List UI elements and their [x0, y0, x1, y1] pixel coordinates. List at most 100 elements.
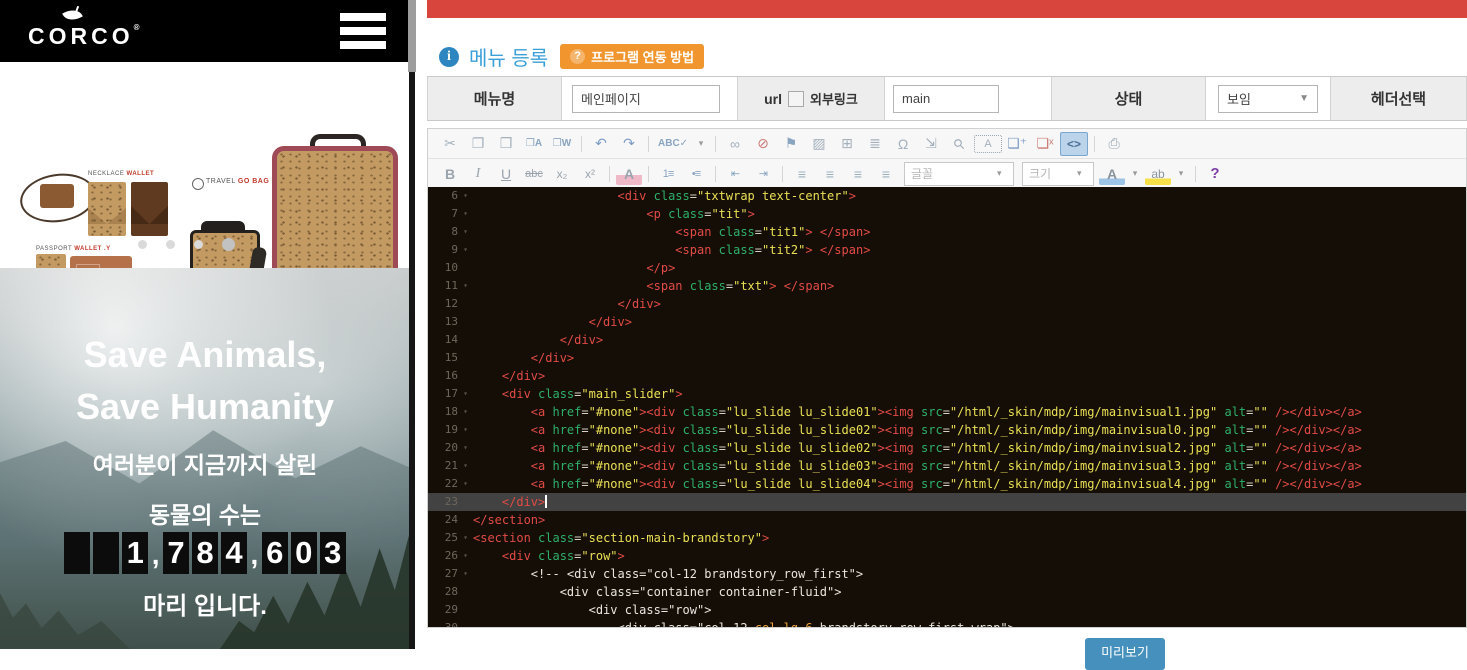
hamburger-menu-icon[interactable]	[340, 13, 386, 55]
horizontal-line-icon[interactable]: ≣	[862, 133, 888, 155]
code-line-18[interactable]: 18▾ <a href="#none"><div class="lu_slide…	[428, 403, 1466, 421]
fold-arrow-icon[interactable]: ▾	[458, 277, 473, 295]
align-right-icon[interactable]: ≡	[845, 163, 871, 185]
underline-icon[interactable]: U	[493, 163, 519, 185]
strikethrough-icon[interactable]: abc	[521, 163, 547, 185]
code-line-28[interactable]: 28 <div class="container container-fluid…	[428, 583, 1466, 601]
code-line-9[interactable]: 9▾ <span class="tit2"> </span>	[428, 241, 1466, 259]
url-input[interactable]	[893, 85, 999, 113]
preview-scrollbar-thumb[interactable]	[408, 0, 416, 72]
source-code-area[interactable]: 6▾ <div class="txtwrap text-center">7▾ <…	[428, 187, 1466, 627]
align-center-icon[interactable]: ≡	[817, 163, 843, 185]
fold-arrow-icon[interactable]: ▾	[458, 475, 473, 493]
font-size-dropdown[interactable]: 크기▾	[1022, 162, 1094, 186]
code-line-27[interactable]: 27▾ <!-- <div class="col-12 brandstory_r…	[428, 565, 1466, 583]
fold-arrow-icon[interactable]: ▾	[458, 421, 473, 439]
code-line-23[interactable]: 23 </div>	[428, 493, 1466, 511]
remove-format-icon[interactable]: A	[616, 163, 642, 185]
preview-scrollbar-track[interactable]	[409, 0, 415, 649]
outdent-icon[interactable]: ⇤	[722, 163, 748, 185]
select-all-icon[interactable]: A	[974, 135, 1002, 153]
image-icon[interactable]: ▨	[806, 133, 832, 155]
code-line-17[interactable]: 17▾ <div class="main_slider">	[428, 385, 1466, 403]
code-line-7[interactable]: 7▾ <p class="tit">	[428, 205, 1466, 223]
table-icon[interactable]: ⊞	[834, 133, 860, 155]
paste-word-icon[interactable]: ❒W	[549, 133, 575, 155]
font-family-dropdown[interactable]: 글꼴▾	[904, 162, 1014, 186]
code-line-12[interactable]: 12 </div>	[428, 295, 1466, 313]
code-line-21[interactable]: 21▾ <a href="#none"><div class="lu_slide…	[428, 457, 1466, 475]
code-line-24[interactable]: 24</section>	[428, 511, 1466, 529]
add-comment-icon[interactable]: ❏⁺	[1004, 133, 1030, 155]
code-line-14[interactable]: 14 </div>	[428, 331, 1466, 349]
preview-save-button[interactable]: 미리보기	[1085, 638, 1165, 670]
code-line-13[interactable]: 13 </div>	[428, 313, 1466, 331]
fold-arrow-icon[interactable]: ▾	[458, 529, 473, 547]
fold-arrow-icon[interactable]: ▾	[458, 403, 473, 421]
anchor-flag-icon[interactable]: ⚑	[778, 133, 804, 155]
code-line-19[interactable]: 19▾ <a href="#none"><div class="lu_slide…	[428, 421, 1466, 439]
subscript-icon[interactable]: x₂	[549, 163, 575, 185]
fold-arrow-icon[interactable]: ▾	[458, 385, 473, 403]
code-line-30[interactable]: 30 <div class="col-12 col-lg-6 brandstor…	[428, 619, 1466, 627]
code-line-10[interactable]: 10 </p>	[428, 259, 1466, 277]
bullet-list-icon[interactable]: •≡	[683, 163, 709, 185]
indent-icon[interactable]: ⇥	[750, 163, 776, 185]
about-help-icon[interactable]: ?	[1202, 163, 1228, 185]
copy-icon[interactable]: ❐	[465, 133, 491, 155]
numbered-list-icon[interactable]: 1≡	[655, 163, 681, 185]
line-number: 28	[428, 583, 458, 601]
spellcheck-icon[interactable]: ABC✓	[655, 133, 691, 155]
fold-arrow-icon[interactable]: ▾	[458, 439, 473, 457]
find-icon[interactable]: ⚲	[942, 127, 976, 161]
code-line-29[interactable]: 29 <div class="row">	[428, 601, 1466, 619]
remove-comment-icon[interactable]: ❏ˣ	[1032, 133, 1058, 155]
fold-arrow-icon[interactable]: ▾	[458, 565, 473, 583]
program-link-help-button[interactable]: ? 프로그램 연동 방법	[560, 44, 704, 69]
text-color-icon[interactable]: A	[1099, 163, 1125, 185]
slider-dot-active[interactable]	[222, 238, 235, 251]
bold-icon[interactable]: B	[437, 163, 463, 185]
maximize-icon[interactable]: ⇲	[918, 133, 944, 155]
fold-arrow-icon[interactable]: ▾	[458, 205, 473, 223]
italic-icon[interactable]: I	[465, 163, 491, 185]
status-select[interactable]: 보임 ▼	[1218, 85, 1318, 113]
code-line-11[interactable]: 11▾ <span class="txt"> </span>	[428, 277, 1466, 295]
special-char-icon[interactable]: Ω	[890, 133, 916, 155]
code-line-20[interactable]: 20▾ <a href="#none"><div class="lu_slide…	[428, 439, 1466, 457]
bg-color-icon[interactable]: ab	[1145, 163, 1171, 185]
code-line-15[interactable]: 15 </div>	[428, 349, 1466, 367]
superscript-icon[interactable]: x²	[577, 163, 603, 185]
slider-dot[interactable]	[138, 240, 147, 249]
print-icon[interactable]: ⎙	[1101, 133, 1127, 155]
align-justify-icon[interactable]: ≡	[873, 163, 899, 185]
code-line-16[interactable]: 16 </div>	[428, 367, 1466, 385]
code-line-26[interactable]: 26▾ <div class="row">	[428, 547, 1466, 565]
cut-icon[interactable]: ✂	[437, 133, 463, 155]
undo-icon[interactable]: ↶	[588, 133, 614, 155]
text-color-caret-icon[interactable]: ▾	[1127, 163, 1143, 185]
slider-dot[interactable]	[166, 240, 175, 249]
code-line-8[interactable]: 8▾ <span class="tit1"> </span>	[428, 223, 1466, 241]
menu-name-input[interactable]	[572, 85, 720, 113]
fold-arrow-icon[interactable]: ▾	[458, 241, 473, 259]
source-button[interactable]: <>	[1060, 132, 1088, 156]
spellcheck-caret-icon[interactable]: ▾	[693, 133, 709, 155]
code-line-22[interactable]: 22▾ <a href="#none"><div class="lu_slide…	[428, 475, 1466, 493]
fold-arrow-icon[interactable]: ▾	[458, 187, 473, 205]
link-icon[interactable]: ∞	[722, 133, 748, 155]
align-left-icon[interactable]: ≡	[789, 163, 815, 185]
paste-icon[interactable]: ❒	[493, 133, 519, 155]
url-label-cell: url 외부링크	[737, 77, 885, 120]
code-line-6[interactable]: 6▾ <div class="txtwrap text-center">	[428, 187, 1466, 205]
code-line-25[interactable]: 25▾<section class="section-main-brandsto…	[428, 529, 1466, 547]
bg-color-caret-icon[interactable]: ▾	[1173, 163, 1189, 185]
external-link-checkbox[interactable]	[788, 91, 804, 107]
paste-text-icon[interactable]: ❒A	[521, 133, 547, 155]
fold-arrow-icon[interactable]: ▾	[458, 223, 473, 241]
redo-icon[interactable]: ↷	[616, 133, 642, 155]
unlink-icon[interactable]: ⊘	[750, 133, 776, 155]
slider-dot[interactable]	[194, 240, 203, 249]
fold-arrow-icon[interactable]: ▾	[458, 457, 473, 475]
fold-arrow-icon[interactable]: ▾	[458, 547, 473, 565]
